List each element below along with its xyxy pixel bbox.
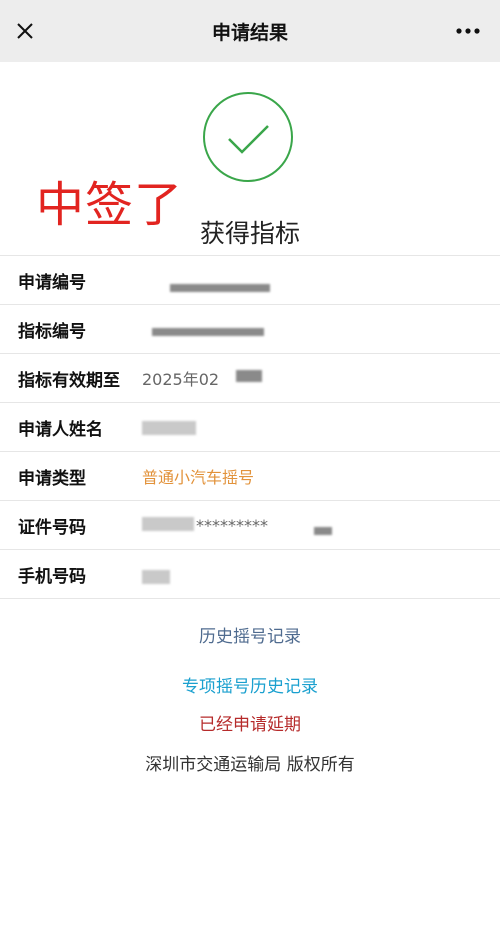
check-circle-icon — [203, 92, 293, 182]
result-title: 获得指标 — [199, 219, 300, 248]
application-type-value: 普通小汽车摇号 — [142, 468, 255, 487]
page-title: 申请结果 — [211, 21, 288, 44]
close-icon — [17, 23, 33, 39]
redacted-value — [142, 421, 196, 435]
copyright: 深圳市交通运输局 版权所有 — [145, 755, 355, 775]
table-row: 申请人姓名 — [0, 403, 500, 452]
row-value: 2025年02 — [142, 370, 220, 389]
special-lottery-history-link[interactable]: 专项摇号历史记录 — [0, 672, 500, 697]
row-label: 指标编号 — [18, 321, 86, 342]
close-button[interactable] — [10, 16, 40, 46]
table-row: 手机号码 — [0, 550, 500, 599]
row-label: 证件号码 — [18, 517, 86, 538]
title-bar: 申请结果 — [0, 0, 500, 62]
row-label: 申请人姓名 — [18, 419, 103, 440]
row-value: ********* — [196, 515, 268, 535]
history-lottery-link[interactable]: 历史摇号记录 — [0, 622, 500, 647]
redacted-value — [170, 284, 270, 292]
extension-status: 已经申请延期 — [199, 715, 301, 735]
redacted-value — [142, 517, 194, 531]
table-row: 指标有效期至 2025年02 — [0, 354, 500, 403]
row-label: 指标有效期至 — [18, 370, 120, 391]
row-label: 申请编号 — [18, 272, 86, 293]
table-row: 指标编号 — [0, 305, 500, 354]
redacted-value — [152, 328, 264, 336]
redacted-value — [314, 527, 332, 535]
table-row: 证件号码 ********* — [0, 501, 500, 550]
more-button[interactable] — [450, 16, 486, 46]
table-row: 申请类型 普通小汽车摇号 — [0, 452, 500, 501]
row-label: 申请类型 — [18, 468, 86, 489]
more-icon — [456, 28, 480, 34]
redacted-value — [236, 370, 262, 382]
row-label: 手机号码 — [18, 566, 86, 587]
redacted-value — [142, 570, 170, 584]
info-table: 申请编号 指标编号 指标有效期至 2025年02 申请人姓名 申请类型 普通小汽… — [0, 255, 500, 599]
table-row: 申请编号 — [0, 256, 500, 305]
